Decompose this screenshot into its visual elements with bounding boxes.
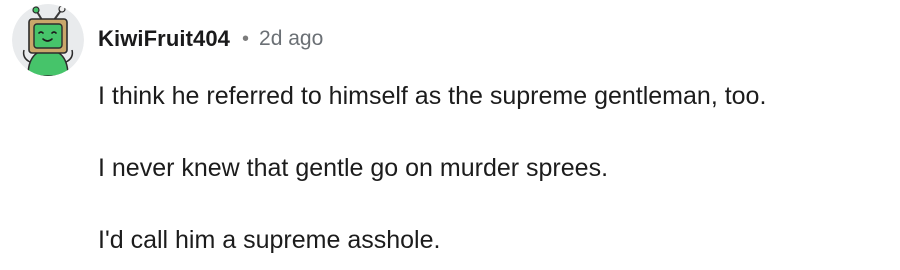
comment-paragraph: I think he referred to himself as the su… — [98, 82, 767, 110]
comment-timestamp[interactable]: 2d ago — [259, 27, 323, 51]
comment: KiwiFruit404 • 2d ago I think he referre… — [0, 0, 900, 270]
meta-separator: • — [242, 28, 250, 50]
comment-paragraph: I never knew that gentle go on murder sp… — [98, 154, 609, 182]
comment-body: I think he referred to himself as the su… — [98, 78, 888, 258]
comment-meta: KiwiFruit404 • 2d ago — [98, 24, 323, 54]
user-avatar[interactable] — [12, 4, 84, 76]
kiwi-tv-mascot-icon — [12, 4, 84, 76]
author-username[interactable]: KiwiFruit404 — [98, 26, 230, 52]
comment-paragraph: I'd call him a supreme asshole. — [98, 226, 441, 254]
